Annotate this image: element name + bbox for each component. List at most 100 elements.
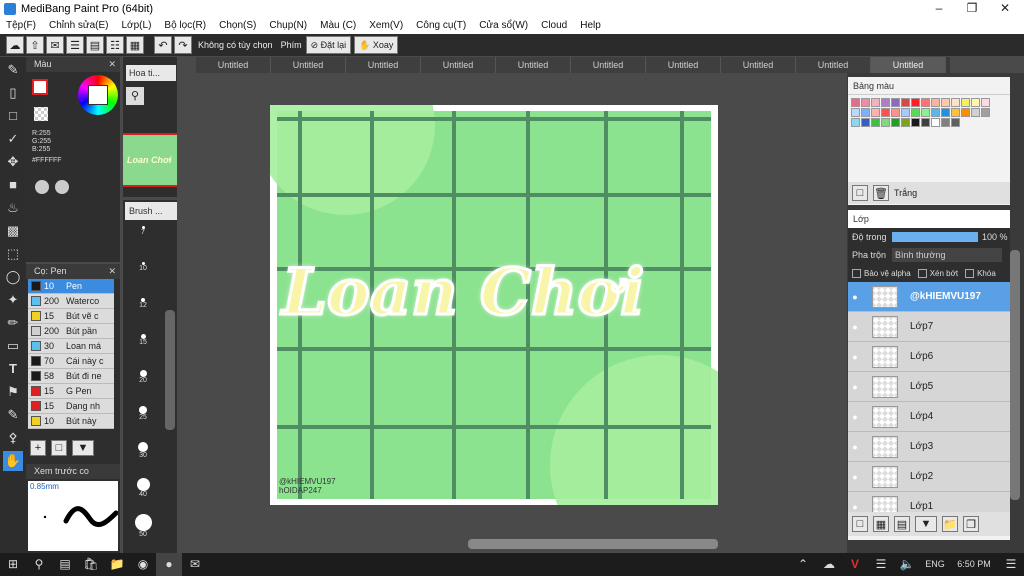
tab-untitled[interactable]: Untitled: [721, 57, 796, 73]
lock-checkbox[interactable]: [965, 268, 975, 278]
menu-view[interactable]: Xem(V): [369, 20, 403, 31]
palette-swatch[interactable]: [891, 108, 900, 117]
palette-swatch[interactable]: [911, 108, 920, 117]
line-tool-icon[interactable]: ✓: [3, 129, 23, 149]
panel-close-icon[interactable]: ✕: [108, 264, 116, 279]
comment-icon[interactable]: ☰: [66, 36, 84, 54]
brush-item[interactable]: 58 Bút đi ne: [28, 369, 114, 384]
select-pen-tool-icon[interactable]: ✏: [3, 313, 23, 333]
undo-icon[interactable]: ↶: [154, 36, 172, 54]
list-icon[interactable]: ☷: [106, 36, 124, 54]
operation-tool-icon[interactable]: ⚑: [3, 382, 23, 402]
zoom-icon[interactable]: ⚲: [126, 87, 144, 105]
file-explorer-icon[interactable]: 📁: [104, 553, 130, 576]
visibility-icon[interactable]: ●: [848, 442, 862, 452]
palette-swatch[interactable]: [921, 108, 930, 117]
palette-swatch[interactable]: [911, 118, 920, 127]
messenger-icon[interactable]: ✉: [182, 553, 208, 576]
navigator-thumbnail[interactable]: Loan Chơi: [123, 133, 177, 187]
gradient-tool-icon[interactable]: ▩: [3, 221, 23, 241]
palette-swatch[interactable]: [971, 98, 980, 107]
palette-swatch[interactable]: [951, 118, 960, 127]
palette-swatch[interactable]: [901, 118, 910, 127]
palette-swatch[interactable]: [921, 118, 930, 127]
upload-icon[interactable]: ⇧: [26, 36, 44, 54]
palette-swatch[interactable]: [861, 98, 870, 107]
clipping-checkbox[interactable]: [917, 268, 927, 278]
tab-untitled[interactable]: Untitled: [346, 57, 421, 73]
tab-untitled-active[interactable]: Untitled: [871, 57, 946, 73]
layer-row[interactable]: ● Lớp6: [848, 342, 1010, 372]
new-halftone-layer-icon[interactable]: ▦: [873, 516, 889, 532]
select-rect-tool-icon[interactable]: ⬚: [3, 244, 23, 264]
palette-swatch[interactable]: [951, 98, 960, 107]
palette-swatch[interactable]: [941, 118, 950, 127]
brush-size-option[interactable]: 7: [123, 222, 163, 258]
input-language[interactable]: ENG: [920, 553, 950, 576]
text-tool-icon[interactable]: T: [3, 359, 23, 379]
visibility-icon[interactable]: ●: [848, 352, 862, 362]
task-view-icon[interactable]: ▤: [52, 553, 78, 576]
volume-icon[interactable]: 🔈: [894, 553, 920, 576]
move-tool-icon[interactable]: ✥: [3, 152, 23, 172]
brush-item[interactable]: 70 Cái này c: [28, 354, 114, 369]
palette-swatch[interactable]: [851, 108, 860, 117]
tab-untitled[interactable]: Untitled: [646, 57, 721, 73]
palette-swatch[interactable]: [861, 108, 870, 117]
duplicate-layer-icon[interactable]: ❐: [963, 516, 979, 532]
vivaldi-tray-icon[interactable]: V: [842, 553, 868, 576]
opacity-slider[interactable]: [892, 232, 978, 242]
brush-item[interactable]: 200 Waterco: [28, 294, 114, 309]
layer-row[interactable]: ● Lớp4: [848, 402, 1010, 432]
brush-size-option[interactable]: 12: [123, 294, 163, 330]
palette-swatch[interactable]: [901, 98, 910, 107]
layer-scrollbar[interactable]: [1010, 250, 1020, 500]
palette-swatch[interactable]: [961, 98, 970, 107]
windows-start-icon[interactable]: ⊞: [0, 553, 26, 576]
palette-swatch[interactable]: [981, 98, 990, 107]
palette-swatch[interactable]: [911, 98, 920, 107]
minimize-button[interactable]: –: [922, 0, 956, 17]
palette-swatch[interactable]: [951, 108, 960, 117]
divide-tool-icon[interactable]: ✎: [3, 405, 23, 425]
visibility-icon[interactable]: ●: [848, 412, 862, 422]
grid-icon[interactable]: ▦: [126, 36, 144, 54]
clock[interactable]: 6:50 PM: [950, 553, 998, 576]
menu-select[interactable]: Chọn(S): [219, 20, 256, 31]
layer-row[interactable]: ● Lớp1: [848, 492, 1010, 512]
palette-swatch[interactable]: [921, 98, 930, 107]
tab-untitled[interactable]: Untitled: [571, 57, 646, 73]
tab-untitled[interactable]: Untitled: [496, 57, 571, 73]
select-eraser-tool-icon[interactable]: ▭: [3, 336, 23, 356]
palette-swatch[interactable]: [881, 118, 890, 127]
store-icon[interactable]: 🛍: [78, 553, 104, 576]
network-icon[interactable]: ☰: [868, 553, 894, 576]
brush-menu-icon[interactable]: ▼: [72, 440, 94, 456]
palette-swatch[interactable]: [931, 118, 940, 127]
medibang-icon[interactable]: ●: [156, 553, 182, 576]
lasso-tool-icon[interactable]: ◯: [3, 267, 23, 287]
tab-untitled[interactable]: Untitled: [796, 57, 871, 73]
chrome-icon[interactable]: ◉: [130, 553, 156, 576]
brush-item[interactable]: 15 G Pen: [28, 384, 114, 399]
brush-item[interactable]: 15 Dạng nh: [28, 399, 114, 414]
new-layer-icon[interactable]: □: [852, 516, 868, 532]
maximize-button[interactable]: ❐: [955, 0, 989, 17]
reset-button[interactable]: ⊘ Đặt lại: [305, 36, 352, 54]
palette-swatch[interactable]: [901, 108, 910, 117]
folder-icon[interactable]: 📁: [942, 516, 958, 532]
cloud-tray-icon[interactable]: ☁: [816, 553, 842, 576]
foreground-color-swatch[interactable]: [32, 79, 48, 95]
rotate-button[interactable]: ✋ Xoay: [354, 36, 399, 54]
palette-swatch[interactable]: [881, 98, 890, 107]
tab-untitled[interactable]: Untitled: [271, 57, 346, 73]
notification-icon[interactable]: ☰: [998, 553, 1024, 576]
search-icon[interactable]: ⚲: [26, 553, 52, 576]
brush-item[interactable]: 10 Pen: [28, 279, 114, 294]
palette-swatch[interactable]: [861, 118, 870, 127]
chat-icon[interactable]: ✉: [46, 36, 64, 54]
delete-palette-icon[interactable]: 🗑: [873, 185, 889, 201]
close-button[interactable]: ✕: [988, 0, 1022, 17]
palette-swatch[interactable]: [891, 98, 900, 107]
fill-rect-tool-icon[interactable]: ■: [3, 175, 23, 195]
